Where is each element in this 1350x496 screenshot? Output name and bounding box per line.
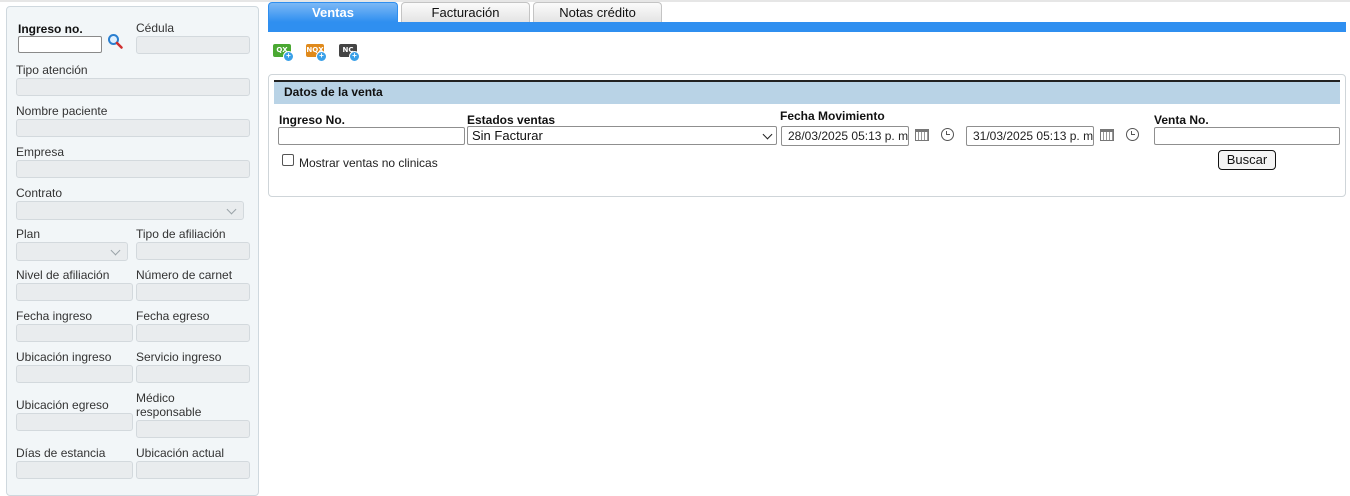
empresa-label: Empresa (16, 145, 65, 159)
tab-ventas[interactable]: Ventas (268, 2, 398, 22)
contrato-label: Contrato (16, 186, 63, 200)
medico-responsable-label-2: responsable (136, 405, 202, 419)
tab-facturacion[interactable]: Facturación (401, 2, 530, 22)
nombre-paciente-field (16, 119, 250, 137)
chevron-down-icon (226, 204, 237, 215)
nqx-document-icon[interactable]: NQX + (305, 42, 327, 62)
tipo-atencion-label: Tipo atención (16, 63, 88, 77)
fecha-hasta-input[interactable]: 31/03/2025 05:13 p. m. (966, 126, 1094, 146)
calendar-icon[interactable] (915, 129, 929, 141)
ubicacion-ingreso-field (16, 365, 133, 383)
mostrar-ventas-checkbox[interactable] (282, 154, 294, 166)
ubicacion-actual-field (136, 461, 250, 479)
clock-icon[interactable] (1126, 128, 1139, 141)
mostrar-ventas-label: Mostrar ventas no clinicas (299, 156, 438, 170)
contrato-select[interactable] (16, 201, 244, 220)
medico-responsable-field (136, 420, 250, 438)
search-icon[interactable] (107, 33, 123, 49)
fecha-ingreso-field (16, 324, 133, 342)
ubicacion-egreso-label: Ubicación egreso (16, 398, 109, 412)
plan-select[interactable] (16, 242, 128, 261)
tipo-afiliacion-label: Tipo de afiliación (136, 227, 226, 241)
fecha-movimiento-label: Fecha Movimiento (780, 109, 885, 123)
fecha-egreso-label: Fecha egreso (136, 309, 210, 323)
ubicacion-egreso-field (16, 413, 133, 431)
dias-estancia-label: Días de estancia (16, 446, 106, 460)
ubicacion-ingreso-label: Ubicación ingreso (16, 350, 112, 364)
servicio-ingreso-field (136, 365, 250, 383)
panel-title: Datos de la venta (274, 80, 1340, 104)
tipo-atencion-field (16, 78, 250, 96)
nivel-afiliacion-field (16, 283, 133, 301)
estados-ventas-label: Estados ventas (467, 113, 556, 127)
medico-responsable-label-1: Médico (136, 391, 175, 405)
tipo-afiliacion-field (136, 242, 250, 260)
ubicacion-actual-label: Ubicación actual (136, 446, 225, 460)
nc-document-icon[interactable]: NC + (338, 42, 360, 62)
cedula-field (136, 36, 250, 54)
plan-label: Plan (16, 227, 41, 241)
buscar-button[interactable]: Buscar (1218, 150, 1276, 170)
ingreso-label: Ingreso no. (18, 22, 83, 36)
servicio-ingreso-label: Servicio ingreso (136, 350, 222, 364)
estados-ventas-value: Sin Facturar (472, 128, 543, 143)
add-icon: + (316, 51, 327, 62)
estados-ventas-select[interactable]: Sin Facturar (467, 126, 777, 145)
fecha-desde-input[interactable]: 28/03/2025 05:13 p. m. (781, 126, 909, 146)
nombre-paciente-label: Nombre paciente (16, 104, 108, 118)
chevron-down-icon (110, 245, 121, 256)
numero-carnet-field (136, 283, 250, 301)
calendar-icon[interactable] (1100, 129, 1114, 141)
nivel-afiliacion-label: Nivel de afiliación (16, 268, 110, 282)
ingreso-input[interactable] (18, 36, 102, 53)
numero-carnet-label: Número de carnet (136, 268, 233, 282)
add-icon: + (349, 51, 360, 62)
chevron-down-icon (762, 129, 773, 140)
venta-no-label: Venta No. (1154, 113, 1209, 127)
tab-notas-credito[interactable]: Notas crédito (533, 2, 662, 22)
venta-no-input[interactable] (1154, 127, 1340, 145)
qx-document-icon[interactable]: QX + (272, 42, 294, 62)
fecha-ingreso-label: Fecha ingreso (16, 309, 93, 323)
ingreso-no-label: Ingreso No. (279, 113, 346, 127)
tab-strip (268, 22, 1346, 32)
ingreso-no-input[interactable] (278, 127, 465, 145)
fecha-egreso-field (136, 324, 250, 342)
dias-estancia-field (16, 461, 133, 479)
cedula-label: Cédula (136, 21, 175, 35)
empresa-field (16, 160, 250, 178)
clock-icon[interactable] (941, 128, 954, 141)
add-icon: + (283, 51, 294, 62)
top-border (0, 0, 1350, 2)
